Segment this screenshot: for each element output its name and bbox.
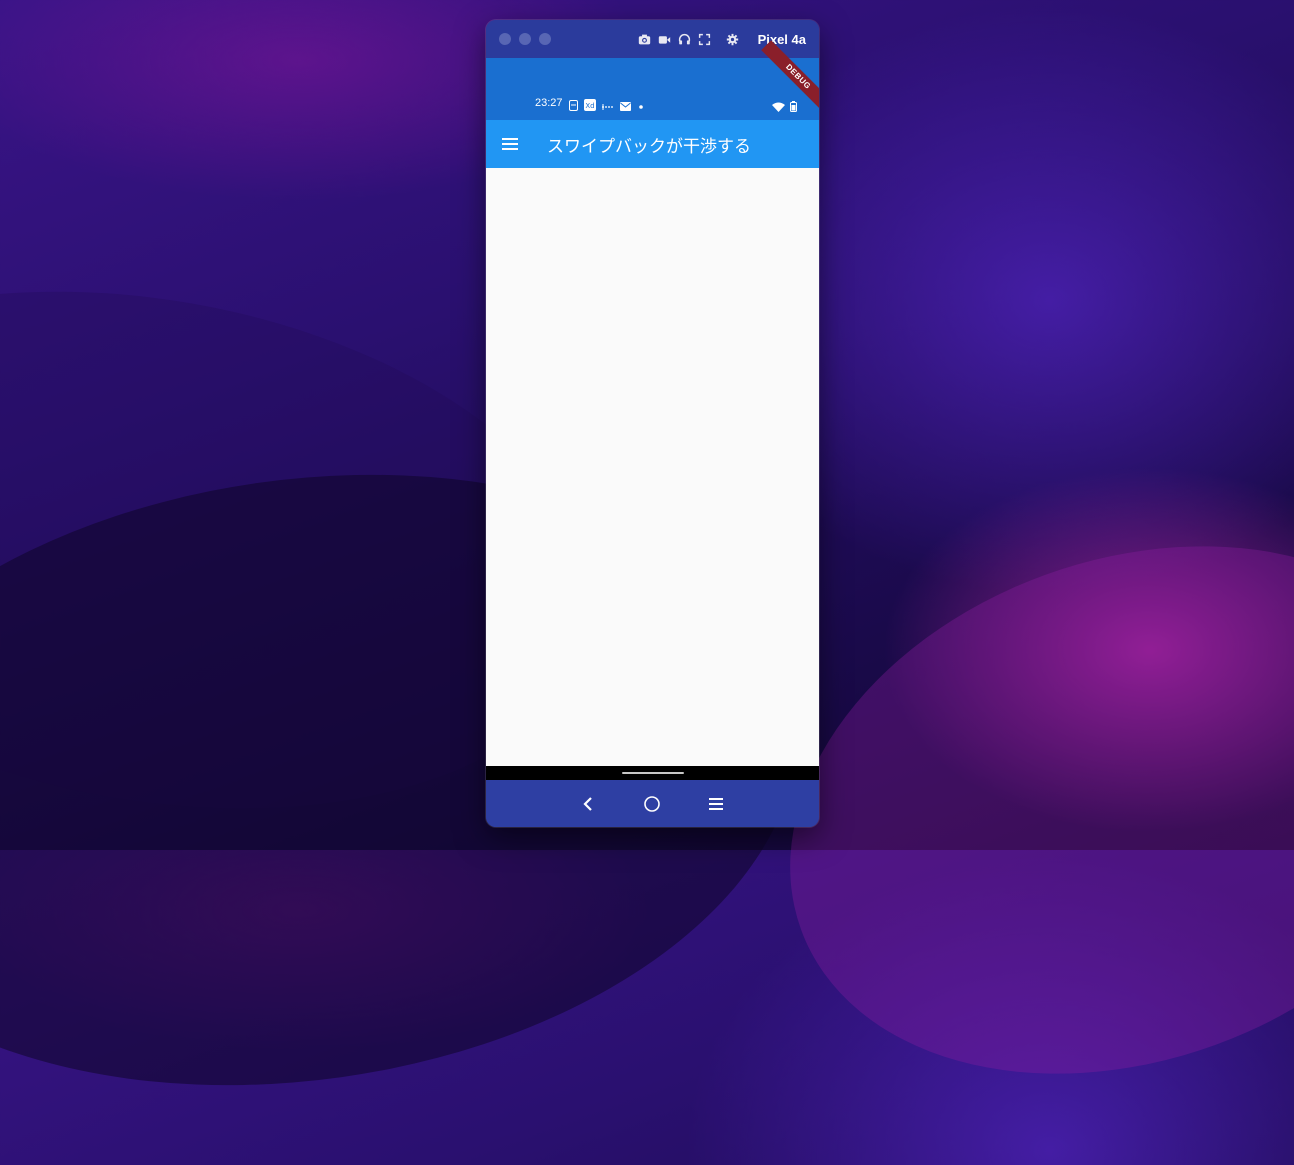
recents-icon[interactable] (706, 794, 726, 814)
camera-icon[interactable] (638, 33, 651, 46)
emulator-nav-bar (486, 780, 819, 827)
xd-app-icon: Xd (584, 96, 596, 115)
gesture-bar (486, 766, 819, 780)
system-status-icons (772, 97, 797, 116)
wifi-icon (772, 97, 785, 116)
page-body[interactable] (486, 168, 819, 786)
status-time: 23:27 (535, 97, 563, 109)
svg-text:Xd: Xd (585, 102, 594, 110)
android-status-bar: 23:27 Xd DEBUG (486, 40, 819, 120)
app-bar: スワイプバックが干渉する (486, 120, 819, 168)
back-icon[interactable] (579, 794, 599, 814)
sim-icon (569, 96, 578, 115)
page-title: スワイプバックが干渉する (547, 137, 751, 157)
close-window-button[interactable] (499, 33, 511, 45)
mail-icon (620, 96, 631, 115)
maximize-window-button[interactable] (539, 33, 551, 45)
android-emulator-window: Pixel 4a 23:27 Xd DEBUG スワイプバックが干渉する (486, 20, 819, 827)
hamburger-menu-icon[interactable] (500, 133, 520, 155)
headphones-icon[interactable] (678, 33, 691, 46)
gesture-handle[interactable] (622, 772, 684, 774)
battery-icon (790, 97, 797, 116)
notification-icons: Xd (569, 96, 645, 115)
video-icon[interactable] (658, 33, 671, 46)
minimize-window-button[interactable] (519, 33, 531, 45)
gear-icon[interactable] (726, 33, 739, 46)
dashes-icon (602, 96, 614, 115)
home-icon[interactable] (642, 794, 662, 814)
window-controls (499, 33, 551, 45)
fullscreen-icon[interactable] (698, 33, 711, 46)
device-name: Pixel 4a (757, 31, 806, 47)
dot-icon (637, 96, 645, 115)
